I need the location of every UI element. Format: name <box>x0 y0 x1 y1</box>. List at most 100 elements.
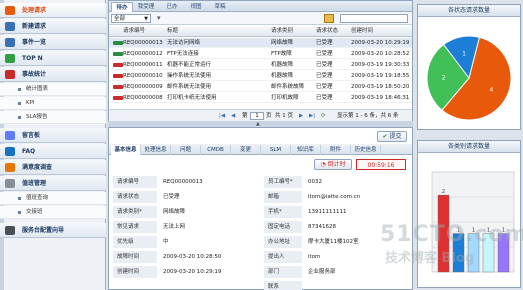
sidebar-item-nav2-3[interactable]: 值班管理 <box>0 176 106 191</box>
page-input[interactable]: 1 <box>250 112 264 120</box>
tab-1[interactable]: 我受理 <box>135 2 157 12</box>
priority-indicator <box>113 63 123 67</box>
priority-indicator <box>113 85 123 89</box>
field-value[interactable]: REQ00000013 <box>157 176 253 189</box>
nav-1-label: 新建请求 <box>22 23 47 30</box>
column-header-4[interactable]: 创建时间 <box>351 26 373 37</box>
field-label: 故障时间 <box>113 251 157 264</box>
tab-4[interactable]: 草稿 <box>209 2 231 12</box>
table-row[interactable]: REQ00000011 机器不能正常运行 机器故障 已受理 2009-03-19 19:… <box>109 60 412 70</box>
field-value[interactable]: 2009-03-20 10:28:50 <box>157 251 253 264</box>
filter-icon[interactable]: ▾ <box>157 14 161 22</box>
detail-tab-1[interactable]: 处理信息 <box>141 145 171 155</box>
sidebar-subitem-stats-2[interactable]: SLA报告 <box>0 111 106 124</box>
cell-category: 机器故障 <box>271 62 294 68</box>
detail-tab-5[interactable]: SLM <box>261 145 291 155</box>
detail-tab-2[interactable]: 问题 <box>171 145 201 155</box>
sidebar-subitem-duty-0[interactable]: 值班查询 <box>0 192 106 205</box>
nav-2-label: 事件一览 <box>22 39 47 46</box>
grid-toolbar: 全部 ▼ ▾ <box>109 12 412 25</box>
table-row[interactable]: REQ00000010 操作系统无法使用 机器故障 已受理 2009-03-19 19:… <box>109 71 412 81</box>
tab-0[interactable]: 待办 <box>111 2 133 12</box>
tab-3[interactable]: 视图 <box>185 2 207 12</box>
search-icon[interactable] <box>324 14 334 23</box>
field-value[interactable]: 2009-03-20 10:29:19 <box>157 266 253 279</box>
field-row: 邮箱 itom@iatte.com.cn <box>264 191 409 204</box>
nav-0-icon <box>5 6 15 15</box>
field-value[interactable]: 已受理 <box>157 191 253 204</box>
field-value[interactable]: 企业服务部 <box>302 266 409 279</box>
submit-button[interactable]: ✔ 提交 <box>377 131 407 142</box>
bar-chart: 21 1 1 1 <box>431 171 515 273</box>
field-value[interactable]: 13911111111 <box>302 206 409 219</box>
sidebar-item-nav-1[interactable]: 新建请求 <box>0 19 106 34</box>
sidebar-subitem-duty-1[interactable]: 交接班 <box>0 206 106 219</box>
nav2-0-icon <box>5 131 15 140</box>
sidebar-item-nav-3[interactable]: TOP N <box>0 51 106 66</box>
detail-tab-6[interactable]: 知识库 <box>291 145 321 155</box>
cell-title: 邮件系统无法使用 <box>167 84 212 90</box>
nav-1-icon <box>5 22 15 31</box>
field-row: 创建时间 2009-03-20 10:29:19 <box>113 266 253 279</box>
sidebar-item-nav-0[interactable]: 处理请求 <box>0 3 106 18</box>
field-value[interactable]: 中 <box>157 236 253 249</box>
field-row: 请求状态 已受理 <box>113 191 253 204</box>
field-row: 员工编号* 0032 <box>264 176 409 189</box>
tab-2[interactable]: 已办 <box>161 2 183 12</box>
cell-status: 已受理 <box>316 40 333 46</box>
cell-title: 无法访问网络 <box>167 40 201 46</box>
nav-4-icon <box>5 70 15 79</box>
field-label: 优先级 <box>113 236 157 249</box>
column-header-1[interactable]: 标题 <box>167 26 178 37</box>
detail-tab-8[interactable]: 历史信息 <box>351 145 381 155</box>
sidebar-subitem-stats-1[interactable]: KPI <box>0 97 106 110</box>
priority-indicator <box>113 74 123 78</box>
countdown-label: 倒计时 <box>327 161 346 168</box>
check-icon: ✔ <box>382 133 388 140</box>
table-row[interactable]: REQ00000012 FTP无法连接 FTP故障 已受理 2009-03-20 10:… <box>109 49 412 59</box>
field-value[interactable]: itom@iatte.com.cn <box>302 191 409 204</box>
detail-tab-7[interactable]: 附件 <box>321 145 351 155</box>
nav-0-label: 处理请求 <box>22 7 47 14</box>
search-input[interactable] <box>340 14 408 23</box>
table-row[interactable]: REQ00000013 无法访问网络 网络故障 已受理 2009-03-20 10:29… <box>109 38 412 48</box>
cell-id: REQ00000008 <box>123 95 163 101</box>
detail-tab-0[interactable]: 基本信息 <box>111 145 141 155</box>
column-header-3[interactable]: 请求状态 <box>316 26 338 37</box>
column-header-0[interactable]: 请求编号 <box>123 26 145 37</box>
detail-tabs: 基本信息 处理信息 问题 CMDB 变更 SLM 知识库 附件 历史信息 <box>109 144 412 155</box>
cell-time: 2009-03-20 10:28:52 <box>351 51 410 57</box>
chevron-down-icon: ▼ <box>144 16 148 22</box>
field-row: 请求类别* 网络故障 <box>113 206 253 219</box>
cell-status: 已受理 <box>316 73 333 79</box>
detail-tab-3[interactable]: CMDB <box>201 145 231 155</box>
field-label: 请求类别* <box>113 206 157 219</box>
grid-header: 请求编号 标题 请求类别 请求状态 创建时间 <box>109 26 412 37</box>
sidebar-item-nav-2[interactable]: 事件一览 <box>0 35 106 50</box>
field-value[interactable]: 无法上网 <box>157 221 253 234</box>
detail-tab-4[interactable]: 变更 <box>231 145 261 155</box>
sidebar-subitem-stats-0[interactable]: 统计图表 <box>0 83 106 96</box>
sidebar-item-nav2-0[interactable]: 留言板 <box>0 128 106 143</box>
field-label: 提出人 <box>264 251 302 264</box>
filter-select[interactable]: 全部 ▼ <box>111 14 151 23</box>
field-row: 常见请求 无法上网 <box>113 221 253 234</box>
submit-label: 提交 <box>389 133 402 140</box>
table-row[interactable]: REQ00000008 打印机卡纸无法使用 打印机故障 已受理 2009-03-19 1… <box>109 93 412 103</box>
bar-panel-title: 各类别请求数量 <box>418 141 520 153</box>
field-row: 请求编号 REQ00000013 <box>113 176 253 189</box>
sidebar-item-nav2-2[interactable]: 满意度调查 <box>0 160 106 175</box>
cell-id: REQ00000013 <box>123 40 163 46</box>
column-header-2[interactable]: 请求类别 <box>271 26 293 37</box>
nav2-1-icon <box>5 147 15 156</box>
field-label: 常见请求 <box>113 221 157 234</box>
sidebar-item-nav3-0[interactable]: 服务台配置向导 <box>0 223 106 238</box>
countdown-button[interactable]: ◔ 倒计时 <box>314 159 352 170</box>
field-value[interactable]: 0032 <box>302 176 409 189</box>
sidebar-item-nav2-1[interactable]: FAQ <box>0 144 106 159</box>
field-value[interactable]: 网络故障 <box>157 206 253 219</box>
nav3-0-icon <box>5 226 15 235</box>
table-row[interactable]: REQ00000009 邮件系统无法使用 邮件系统故障 已受理 2009-03-19 1… <box>109 82 412 92</box>
sidebar-item-nav-4[interactable]: 事故统计 <box>0 67 106 82</box>
cell-category: 邮件系统故障 <box>271 84 305 90</box>
